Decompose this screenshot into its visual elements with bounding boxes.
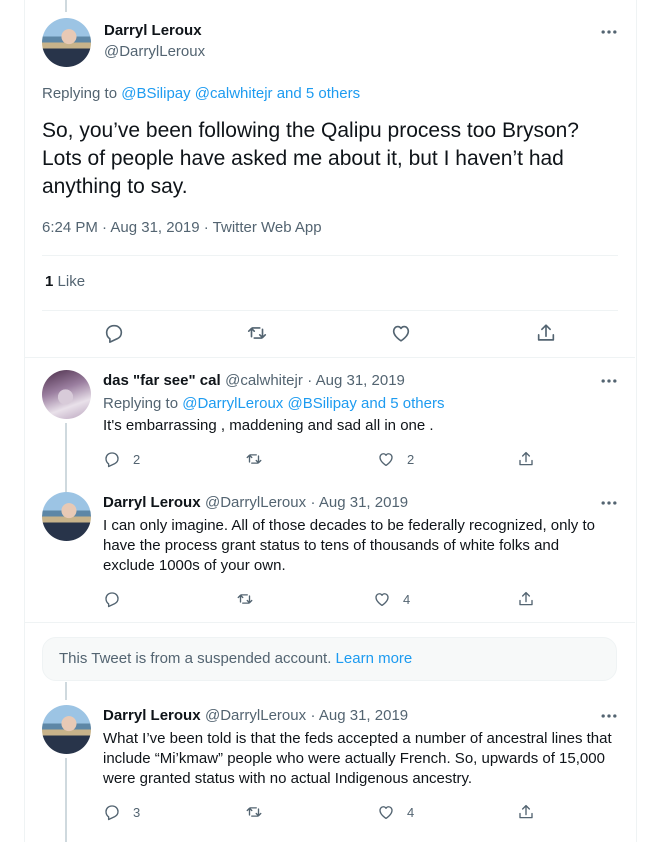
replying-prefix: Replying to (42, 85, 118, 102)
replying-to-link[interactable]: @BSilipay @calwhitejr and 5 others (121, 85, 360, 102)
reply-count: 2 (133, 451, 141, 467)
reply-button[interactable]: 3 (103, 803, 140, 821)
share-icon (519, 451, 533, 466)
tweet-timestamp[interactable]: 6:24 PM · Aug 31, 2019 · Twitter Web App (42, 219, 322, 236)
like-button[interactable]: 2 (377, 450, 414, 468)
like-count: 4 (403, 591, 411, 607)
replying-to-link[interactable]: @DarrylLeroux @BSilipay and 5 others (182, 395, 444, 412)
thread-connector (65, 758, 67, 842)
author-name[interactable]: Darryl Leroux (104, 22, 202, 39)
share-button[interactable] (535, 322, 557, 344)
retweet-icon (246, 807, 262, 817)
suspended-text: This Tweet is from a suspended account. (59, 650, 332, 667)
like-count: 4 (407, 804, 415, 820)
reply-header: Darryl Leroux @DarrylLeroux · Aug 31, 20… (103, 707, 408, 725)
likes-label: Like (57, 273, 86, 290)
reply-icon (105, 452, 119, 468)
divider (24, 622, 635, 623)
learn-more-link[interactable]: Learn more (336, 650, 413, 667)
like-button[interactable]: 4 (377, 803, 414, 821)
reply-button[interactable] (103, 322, 125, 344)
share-icon (519, 591, 533, 606)
replying-to: Replying to @BSilipay @calwhitejr and 5 … (42, 85, 360, 102)
author-handle[interactable]: @DarrylLeroux (205, 494, 306, 511)
divider (42, 255, 618, 256)
reply-text: What I’ve been told is that the feds acc… (103, 730, 612, 787)
retweet-button[interactable] (245, 450, 263, 468)
avatar[interactable] (42, 492, 91, 541)
replying-to: Replying to @DarrylLeroux @BSilipay and … (103, 395, 444, 412)
reply-text: I can only imagine. All of those decades… (103, 517, 595, 574)
like-count: 2 (407, 451, 415, 467)
retweet-button[interactable] (236, 590, 254, 608)
thread-connector (65, 423, 67, 495)
suspended-account-notice: This Tweet is from a suspended account. … (42, 637, 617, 681)
divider (24, 357, 635, 358)
avatar[interactable] (42, 705, 91, 754)
author-name[interactable]: Darryl Leroux (103, 707, 201, 724)
heart-icon (379, 453, 393, 467)
avatar[interactable] (42, 370, 91, 419)
replying-prefix: Replying to (103, 395, 179, 412)
heart-icon (379, 806, 393, 820)
tweet-text: So, you’ve been following the Qalipu pro… (42, 119, 579, 198)
more-icon[interactable] (599, 371, 619, 391)
more-icon[interactable] (599, 706, 619, 726)
author-name[interactable]: das "far see" cal (103, 372, 221, 389)
retweet-button[interactable] (245, 803, 263, 821)
avatar[interactable] (42, 18, 91, 67)
retweet-icon (237, 594, 253, 604)
reply-header: das "far see" cal @calwhitejr · Aug 31, … (103, 372, 405, 390)
share-button[interactable] (517, 590, 535, 608)
author-handle[interactable]: @DarrylLeroux (205, 707, 306, 724)
author-handle[interactable]: @calwhitejr (225, 372, 303, 389)
more-icon[interactable] (599, 22, 619, 42)
author-name[interactable]: Darryl Leroux (103, 494, 201, 511)
reply-date[interactable]: · Aug 31, 2019 (311, 494, 409, 511)
reply-text: It's embarrassing , maddening and sad al… (103, 417, 434, 434)
reply-icon (105, 805, 119, 821)
reply-icon (105, 592, 119, 608)
retweet-button[interactable] (246, 322, 268, 344)
divider (42, 310, 618, 311)
reply-date[interactable]: · Aug 31, 2019 (307, 372, 405, 389)
heart-icon (375, 593, 389, 607)
reply-button[interactable]: 2 (103, 450, 140, 468)
thread-connector (65, 0, 67, 12)
share-icon (537, 324, 555, 341)
reply-date[interactable]: · Aug 31, 2019 (311, 707, 409, 724)
reply-count: 3 (133, 804, 141, 820)
author-handle[interactable]: @DarrylLeroux (104, 43, 205, 60)
thread-connector (65, 682, 67, 700)
share-icon (519, 804, 533, 819)
share-button[interactable] (517, 803, 535, 821)
like-button[interactable] (390, 322, 412, 344)
likes-summary[interactable]: 1 Like (45, 273, 85, 290)
more-icon[interactable] (599, 493, 619, 513)
reply-header: Darryl Leroux @DarrylLeroux · Aug 31, 20… (103, 494, 408, 512)
reply-icon (105, 324, 123, 343)
likes-count: 1 (45, 273, 54, 290)
like-button[interactable]: 4 (373, 590, 410, 608)
reply-button[interactable] (103, 590, 133, 608)
heart-icon (392, 325, 410, 342)
share-button[interactable] (517, 450, 535, 468)
retweet-icon (246, 454, 262, 464)
retweet-icon (247, 327, 267, 339)
